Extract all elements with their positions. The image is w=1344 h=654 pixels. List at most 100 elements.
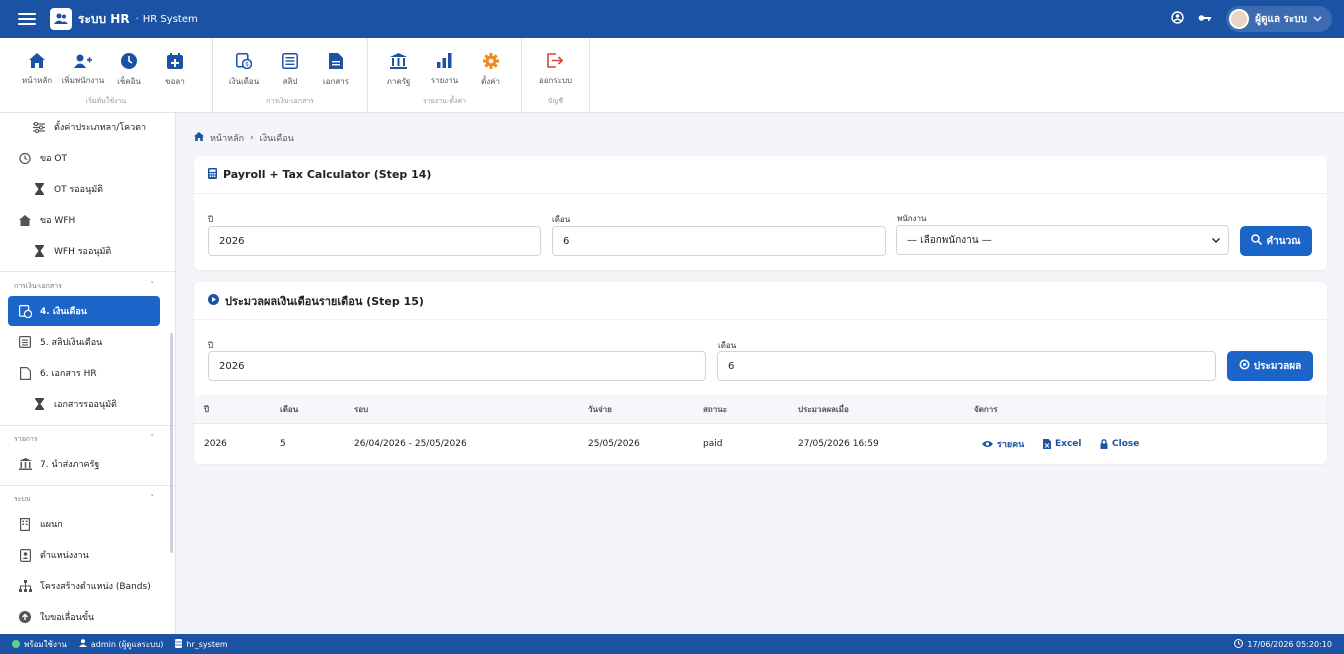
calculate-button[interactable]: คำนวณ — [1240, 226, 1312, 256]
breadcrumb-home-link[interactable]: หน้าหลัก — [210, 131, 244, 145]
chevron-down-icon: ˅ — [150, 281, 155, 289]
calendar-plus-icon — [167, 52, 183, 69]
sidebar-item-label: ใบขอเลื่อนขั้น — [40, 613, 95, 623]
avatar — [1229, 9, 1250, 29]
play-circle-icon — [208, 293, 219, 308]
employee-select[interactable]: — เลือกพนักงาน — — [896, 225, 1229, 255]
breadcrumb-current: เงินเดือน — [259, 134, 294, 144]
sidebar-item-label: 4. เงินเดือน — [40, 307, 87, 317]
payroll-icon — [18, 304, 32, 318]
cell-status: paid — [703, 438, 723, 449]
card-title: ประมวลผลเงินเดือนรายเดือน (Step 15) — [225, 294, 424, 308]
ribbon-report-button[interactable]: รายงาน — [422, 49, 468, 87]
sidebar-section-list[interactable]: รายการ ˅ — [14, 434, 154, 445]
sidebar-item-payroll[interactable]: 4. เงินเดือน — [8, 296, 160, 326]
year-input[interactable]: 2026 — [208, 226, 541, 256]
ribbon-settings-label: ตั้งค่า — [481, 76, 500, 86]
ribbon-group-label: รายงาน-ตั้งค่า — [422, 97, 467, 105]
profile-icon[interactable] — [1171, 11, 1184, 27]
sidebar-item-position[interactable]: ตำแหน่งงาน — [8, 540, 160, 570]
sidebar-divider — [0, 425, 175, 426]
gear-icon — [482, 52, 499, 69]
user-name: ผู้ดูแล ระบบ — [1255, 13, 1307, 25]
process-year-input[interactable]: 2026 — [208, 351, 706, 381]
ribbon-government-button[interactable]: ภาครัฐ — [376, 49, 422, 88]
column-header: วันจ่าย — [588, 404, 612, 414]
excel-link[interactable]: Excel — [1043, 424, 1081, 463]
ribbon-slip-label: สลิป — [282, 76, 298, 86]
hourglass-icon — [32, 244, 46, 258]
detail-link[interactable]: รายคน — [982, 424, 1024, 463]
report-icon — [437, 53, 452, 68]
ribbon-payroll-button[interactable]: $ เงินเดือน — [221, 49, 267, 88]
cell-processed-at: 27/05/2026 16:59 — [798, 438, 879, 449]
sidebar-item-ot-pending[interactable]: OT รออนุมัติ — [8, 174, 160, 204]
sidebar-item-leave-types[interactable]: ตั้งค่าประเภทลา/โควตา — [8, 113, 160, 142]
status-ready-text: พร้อมใช้งาน — [24, 639, 67, 649]
column-header: จัดการ — [974, 404, 998, 414]
status-user-text: admin (ผู้ดูแลระบบ) — [90, 639, 164, 649]
sidebar-item-promotion[interactable]: ใบขอเลื่อนขั้น — [8, 602, 160, 632]
close-link[interactable]: Close — [1100, 424, 1139, 463]
sitemap-icon — [18, 579, 32, 593]
sidebar-item-bands[interactable]: โครงสร้างตำแหน่ง (Bands) — [8, 571, 160, 601]
column-header: ปี — [204, 404, 210, 414]
lock-icon — [1100, 438, 1108, 449]
ribbon-home-button[interactable]: หน้าหลัก — [14, 49, 60, 87]
app-separator: · — [135, 13, 139, 25]
app-title: ระบบ HR — [78, 11, 130, 26]
process-month-input[interactable]: 6 — [717, 351, 1216, 381]
ribbon-group-finance: $ เงินเดือน สลิป เอกสาร การเงิน-เอกสาร — [213, 38, 368, 112]
sidebar-item-doc-pending[interactable]: เอกสารรออนุมัติ — [8, 389, 160, 419]
sidebar-item-department[interactable]: แผนก — [8, 509, 160, 539]
process-button-label: ประมวลผล — [1253, 360, 1302, 372]
sidebar-item-label: ตำแหน่งงาน — [40, 551, 89, 561]
sidebar-item-payslip[interactable]: 5. สลิปเงินเดือน — [8, 327, 160, 357]
sidebar-item-wfh-request[interactable]: ขอ WFH — [8, 205, 160, 235]
ribbon-group-start: หน้าหลัก เพิ่มพนักงาน เช็คอิน ขอลา เริ่ม… — [0, 38, 213, 112]
sidebar-item-wfh-pending[interactable]: WFH รออนุมัติ — [8, 236, 160, 266]
card-header: Payroll + Tax Calculator (Step 14) — [194, 156, 1327, 194]
sidebar-section-label: การเงิน-เอกสาร — [14, 282, 62, 290]
sidebar-item-label: 7. นำส่งภาครัฐ — [40, 460, 100, 470]
ribbon-slip-button[interactable]: สลิป — [267, 49, 313, 88]
app-subtitle: HR System — [142, 13, 198, 25]
building-icon — [18, 517, 32, 531]
month-input[interactable]: 6 — [552, 226, 886, 256]
status-db-text: hr_system — [186, 639, 228, 649]
ribbon-document-button[interactable]: เอกสาร — [313, 49, 359, 88]
status-db: hr_system — [175, 638, 228, 650]
sidebar-item-label: ขอ WFH — [40, 216, 76, 226]
user-menu[interactable]: ผู้ดูแล ระบบ — [1226, 6, 1332, 32]
sidebar-item-label: เอกสารรออนุมัติ — [54, 400, 117, 410]
column-header: สถานะ — [703, 404, 727, 414]
government-icon — [18, 457, 32, 471]
sidebar-section-system[interactable]: ระบบ ˅ — [14, 494, 154, 505]
sidebar-item-hr-documents[interactable]: 6. เอกสาร HR — [8, 358, 160, 388]
column-header: ประมวลผลเมื่อ — [798, 404, 849, 414]
ribbon-settings-button[interactable]: ตั้งค่า — [468, 49, 514, 88]
sidebar-item-ot-request[interactable]: ขอ OT — [8, 143, 160, 173]
clock-icon — [1234, 638, 1244, 650]
sidebar-scrollbar[interactable] — [170, 333, 173, 553]
calculate-button-label: คำนวณ — [1266, 235, 1301, 247]
payroll-process-card: ประมวลผลเงินเดือนรายเดือน (Step 15) ปี 2… — [194, 282, 1327, 464]
key-icon[interactable] — [1198, 13, 1212, 26]
ribbon-group-report: ภาครัฐ รายงาน ตั้งค่า รายงาน-ตั้งค่า — [368, 38, 522, 112]
sidebar-section-finance[interactable]: การเงิน-เอกสาร ˅ — [14, 281, 154, 292]
stopwatch-icon — [18, 151, 32, 165]
ribbon-logout-button[interactable]: ออกระบบ — [533, 49, 579, 87]
process-button[interactable]: ประมวลผล — [1227, 351, 1313, 381]
ribbon-report-label: รายงาน — [430, 76, 459, 85]
sidebar-section-label: ระบบ — [14, 495, 31, 503]
status-bar: พร้อมใช้งาน admin (ผู้ดูแลระบบ) hr_syste… — [0, 634, 1344, 654]
sidebar-item-government[interactable]: 7. นำส่งภาครัฐ — [8, 449, 160, 479]
ribbon-add-user-button[interactable]: เพิ่มพนักงาน — [60, 50, 106, 87]
gear-icon — [1239, 359, 1250, 373]
card-title: Payroll + Tax Calculator (Step 14) — [223, 168, 432, 181]
hourglass-icon — [32, 397, 46, 411]
ribbon-checkin-button[interactable]: เช็คอิน — [106, 49, 152, 88]
ribbon-leave-button[interactable]: ขอลา — [152, 49, 198, 88]
status-user: admin (ผู้ดูแลระบบ) — [78, 638, 164, 651]
menu-icon[interactable] — [18, 13, 36, 25]
